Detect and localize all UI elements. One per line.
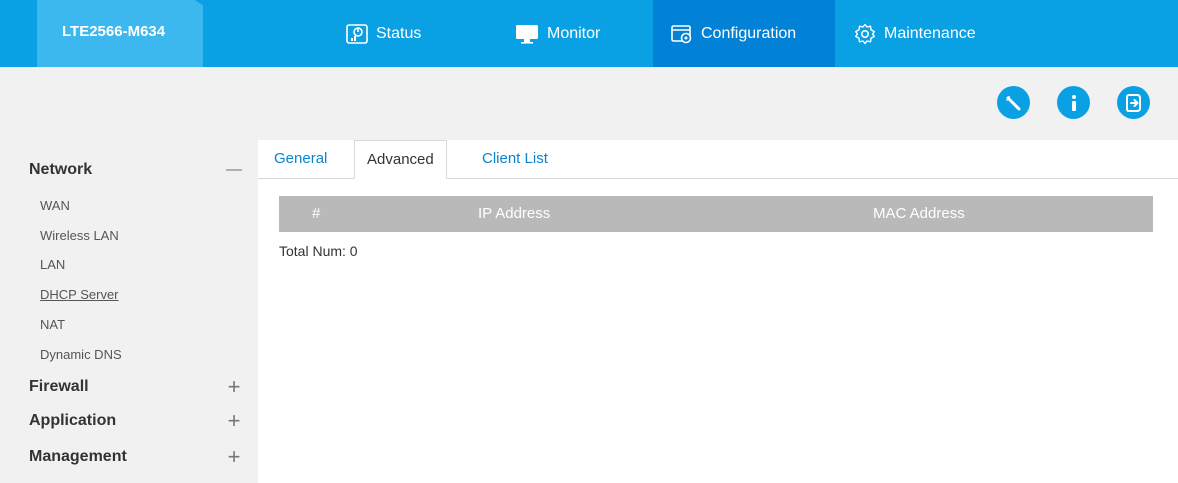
sidebar-section-management[interactable]: Management + xyxy=(29,444,244,470)
info-button[interactable] xyxy=(1057,86,1090,119)
brand-tab[interactable]: LTE2566-M634 xyxy=(37,0,203,67)
logout-icon xyxy=(1125,93,1141,112)
configuration-icon xyxy=(671,24,692,43)
top-navigation-bar: LTE2566-M634 Status Monitor Configuratio… xyxy=(0,0,1178,67)
nav-maintenance[interactable]: Maintenance xyxy=(836,0,992,67)
sidebar: Network — WAN Wireless LAN LAN DHCP Serv… xyxy=(0,140,258,483)
wizard-button[interactable] xyxy=(997,86,1030,119)
brand-corner-decoration xyxy=(195,0,213,12)
nav-monitor[interactable]: Monitor xyxy=(497,0,616,67)
sidebar-item-dhcp-server[interactable]: DHCP Server xyxy=(40,287,119,302)
sidebar-item-nat[interactable]: NAT xyxy=(40,317,65,332)
table-header: # IP Address MAC Address xyxy=(279,196,1153,232)
logout-button[interactable] xyxy=(1117,86,1150,119)
column-header-mac-address: MAC Address xyxy=(873,205,965,222)
nav-status[interactable]: Status xyxy=(328,0,437,67)
sidebar-section-label: Management xyxy=(29,448,127,465)
monitor-icon xyxy=(516,24,538,44)
collapse-icon[interactable]: — xyxy=(224,161,244,179)
nav-status-label: Status xyxy=(376,24,422,42)
sidebar-item-dynamic-dns[interactable]: Dynamic DNS xyxy=(40,347,122,362)
sidebar-section-application[interactable]: Application + xyxy=(29,408,244,434)
sidebar-section-label: Application xyxy=(29,412,117,429)
sidebar-section-label: Firewall xyxy=(29,378,89,395)
device-model-name: LTE2566-M634 xyxy=(62,23,166,40)
column-header-index: # xyxy=(312,205,321,222)
tab-strip: General Advanced Client List xyxy=(258,140,1178,179)
info-icon xyxy=(1071,94,1076,111)
tab-client-list[interactable]: Client List xyxy=(482,150,548,167)
status-icon xyxy=(346,23,368,44)
nav-configuration-label: Configuration xyxy=(701,24,797,42)
expand-icon[interactable]: + xyxy=(224,374,244,400)
sidebar-section-firewall[interactable]: Firewall + xyxy=(29,374,244,400)
total-count: Total Num: 0 xyxy=(279,243,358,259)
wizard-icon xyxy=(1005,95,1020,110)
nav-maintenance-label: Maintenance xyxy=(884,24,976,42)
column-header-ip-address: IP Address xyxy=(478,205,551,222)
nav-monitor-label: Monitor xyxy=(547,24,601,42)
sidebar-item-wan[interactable]: WAN xyxy=(40,198,70,213)
sidebar-section-label: Network xyxy=(29,161,93,178)
gear-icon xyxy=(855,23,875,44)
expand-icon[interactable]: + xyxy=(224,444,244,470)
sidebar-section-network[interactable]: Network — xyxy=(29,161,244,179)
nav-configuration[interactable]: Configuration xyxy=(653,0,835,67)
expand-icon[interactable]: + xyxy=(224,408,244,434)
sidebar-item-lan[interactable]: LAN xyxy=(40,257,65,272)
sidebar-item-wireless-lan[interactable]: Wireless LAN xyxy=(40,228,119,243)
tab-advanced[interactable]: Advanced xyxy=(354,140,447,179)
tab-general[interactable]: General xyxy=(274,150,327,167)
